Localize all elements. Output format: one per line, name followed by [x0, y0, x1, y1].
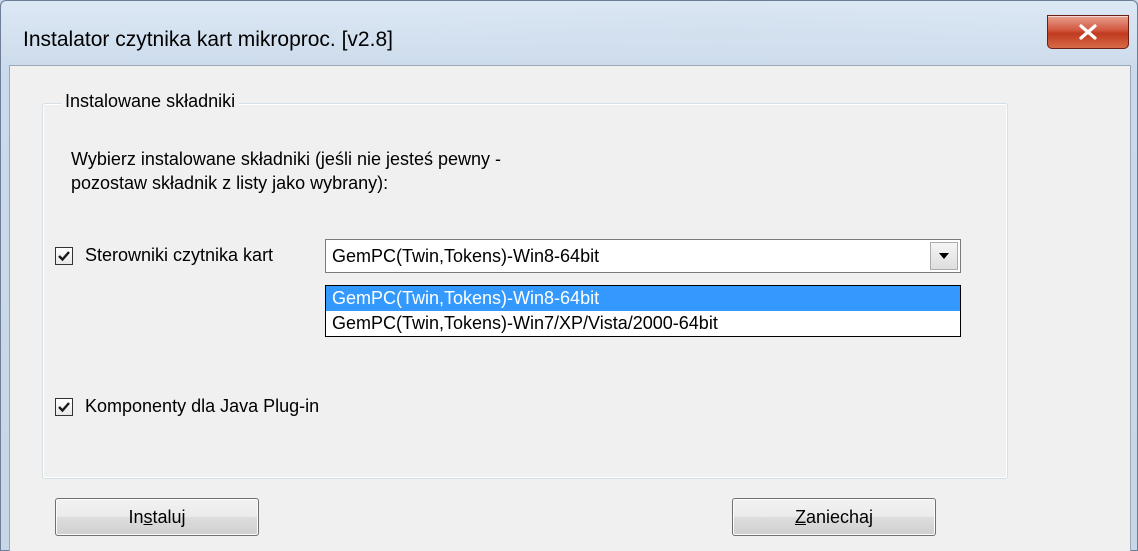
- install-label-part: In: [128, 506, 144, 527]
- dropdown-button[interactable]: [930, 242, 958, 270]
- drivers-label[interactable]: Sterowniki czytnika kart: [85, 245, 273, 266]
- drivers-checkbox[interactable]: [55, 246, 73, 265]
- install-accelerator: s: [143, 506, 153, 527]
- cancel-accelerator: Z: [794, 506, 806, 527]
- dropdown-option[interactable]: GemPC(Twin,Tokens)-Win8-64bit: [326, 286, 960, 311]
- drivers-combobox[interactable]: GemPC(Twin,Tokens)-Win8-64bit: [325, 239, 961, 273]
- combobox-value: GemPC(Twin,Tokens)-Win8-64bit: [332, 246, 600, 266]
- installer-window: Instalator czytnika kart mikroproc. [v2.…: [0, 0, 1138, 551]
- drivers-dropdown-list: GemPC(Twin,Tokens)-Win8-64bit GemPC(Twin…: [325, 285, 961, 337]
- checkmark-icon: [58, 401, 70, 412]
- install-button[interactable]: In s taluj: [55, 498, 259, 536]
- install-label-part: taluj: [152, 506, 186, 527]
- close-x-icon: [1079, 24, 1097, 40]
- cancel-button[interactable]: Zaniechaj: [732, 498, 936, 536]
- close-button[interactable]: [1047, 15, 1129, 49]
- window-title: Instalator czytnika kart mikroproc. [v2.…: [23, 28, 393, 51]
- components-groupbox: Instalowane składniki Wybierz instalowan…: [42, 91, 1008, 479]
- java-row: Komponenty dla Java Plug-in: [55, 396, 319, 417]
- chevron-down-icon: [939, 253, 949, 259]
- checkmark-icon: [58, 250, 70, 261]
- dropdown-option[interactable]: GemPC(Twin,Tokens)-Win7/XP/Vista/2000-64…: [326, 311, 960, 336]
- dialog-client-area: Instalowane składniki Wybierz instalowan…: [9, 65, 1131, 551]
- instructions-text: Wybierz instalowane składniki (jeśli nie…: [71, 149, 502, 193]
- java-label[interactable]: Komponenty dla Java Plug-in: [85, 396, 319, 417]
- cancel-label-part: aniechaj: [805, 506, 874, 527]
- title-bar[interactable]: Instalator czytnika kart mikroproc. [v2.…: [1, 1, 1137, 65]
- groupbox-legend: Instalowane składniki: [61, 91, 240, 112]
- drivers-row: Sterowniki czytnika kart: [55, 245, 273, 266]
- java-checkbox[interactable]: [55, 397, 73, 416]
